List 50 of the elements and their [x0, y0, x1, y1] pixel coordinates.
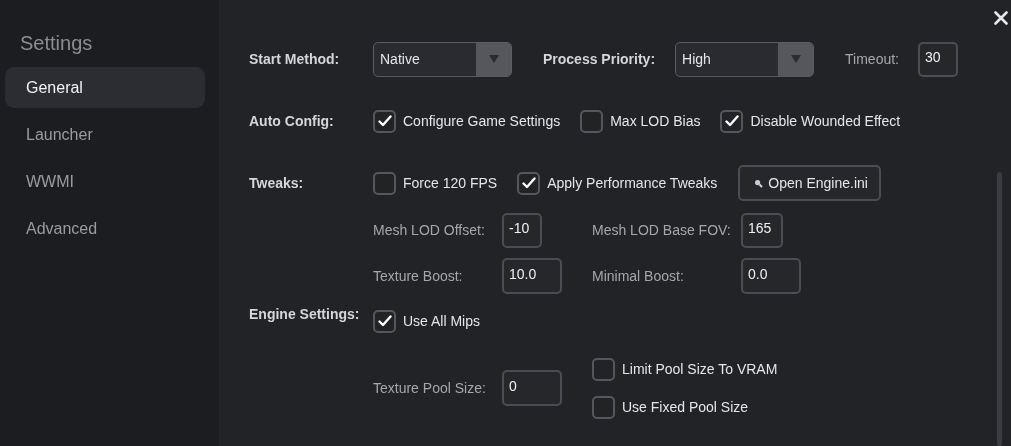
- sidebar-item[interactable]: Advanced: [5, 208, 205, 249]
- sidebar-item[interactable]: General: [5, 67, 205, 108]
- sidebar-item[interactable]: WWMI: [5, 161, 205, 202]
- checkbox[interactable]: [580, 109, 604, 133]
- number-field[interactable]: 165: [741, 212, 783, 248]
- field-label: Process Priority:: [543, 51, 656, 67]
- field-label: Engine Settings:: [249, 306, 361, 322]
- open-engine-ini-button[interactable]: Open Engine.ini: [738, 165, 881, 201]
- checkbox[interactable]: [592, 395, 615, 419]
- field-label: Start Method:: [249, 51, 341, 67]
- field-label: Timeout:: [845, 51, 899, 67]
- checkbox-label: Limit Pool Size To VRAM: [622, 361, 778, 377]
- field-label: Mesh LOD Base FOV:: [592, 222, 732, 238]
- checkbox-label: Use All Mips: [403, 313, 481, 329]
- field-label: Tweaks:: [249, 175, 305, 191]
- checkmark-icon: [521, 177, 536, 189]
- checkbox[interactable]: [373, 309, 396, 333]
- checkbox[interactable]: [720, 109, 744, 133]
- number-field[interactable]: 0.0: [741, 258, 801, 294]
- field-label: Mesh LOD Offset:: [373, 222, 486, 238]
- checkbox[interactable]: [373, 109, 396, 133]
- field-label: Auto Config:: [249, 113, 335, 129]
- checkbox-label: Configure Game Settings: [403, 113, 561, 129]
- close-icon[interactable]: [994, 11, 1008, 25]
- checkbox-label: Max LOD Bias: [610, 113, 701, 129]
- sidebar-item[interactable]: Launcher: [5, 114, 205, 155]
- number-field[interactable]: 0: [502, 370, 562, 406]
- caret-icon: [488, 55, 499, 63]
- checkbox[interactable]: [517, 171, 541, 195]
- checkbox-label: Disable Wounded Effect: [750, 113, 901, 129]
- checkbox-label: Use Fixed Pool Size: [622, 399, 749, 415]
- start-method-dropdown[interactable]: Native: [373, 41, 512, 77]
- checkbox[interactable]: [373, 171, 396, 195]
- process-priority-dropdown[interactable]: High: [675, 41, 815, 77]
- caret-icon: [790, 55, 801, 63]
- scrollbar[interactable]: [997, 172, 1002, 446]
- timeout-field[interactable]: 30: [918, 41, 958, 77]
- checkbox-label: Apply Performance Tweaks: [547, 175, 718, 191]
- checkbox[interactable]: [592, 357, 615, 381]
- checkmark-icon: [724, 115, 739, 127]
- checkmark-icon: [377, 115, 392, 127]
- checkbox-label: Force 120 FPS: [403, 175, 498, 191]
- checkmark-icon: [377, 315, 392, 327]
- field-label: Minimal Boost:: [592, 268, 685, 284]
- number-field[interactable]: -10: [502, 212, 542, 248]
- sidebar-title: Settings: [19, 32, 94, 55]
- number-field[interactable]: 10.0: [502, 258, 562, 294]
- magnifier-icon: [754, 178, 764, 188]
- field-label: Texture Boost:: [373, 268, 464, 284]
- field-label: Texture Pool Size:: [373, 380, 487, 396]
